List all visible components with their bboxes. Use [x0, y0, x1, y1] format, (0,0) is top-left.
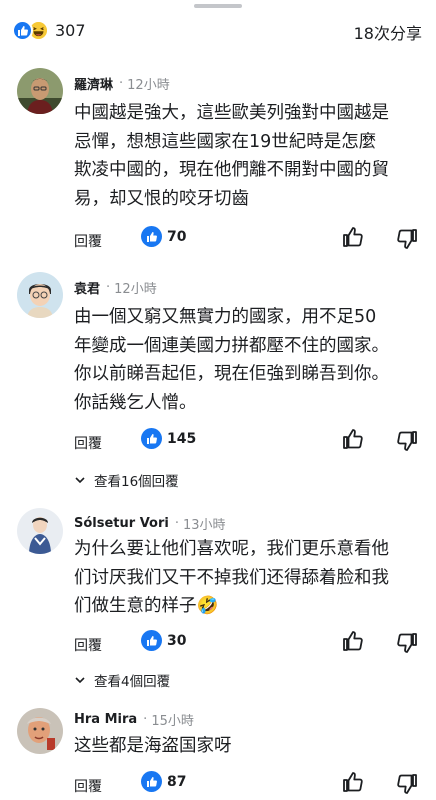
- chevron-down-icon: [74, 674, 86, 686]
- like-reaction-icon: [141, 226, 162, 247]
- view-replies-label: 查看4個回覆: [94, 674, 171, 690]
- view-replies-label: 查看16個回覆: [94, 474, 179, 490]
- comment-time[interactable]: 12小時: [114, 278, 157, 297]
- reply-button[interactable]: 回覆: [74, 433, 102, 453]
- thumbs-up-icon[interactable]: [341, 770, 365, 794]
- like-summary[interactable]: 87: [141, 771, 186, 792]
- comment-line: 这些都是海盗国家呀: [74, 736, 232, 756]
- separator-dot: ·: [143, 712, 148, 727]
- like-reaction-icon: [141, 630, 162, 651]
- chevron-down-icon: [74, 474, 86, 486]
- reaction-summary[interactable]: 307: [12, 20, 86, 41]
- view-replies-button[interactable]: 查看16個回覆: [74, 470, 179, 490]
- comment-line: 易，却又恨的咬牙切齒: [74, 188, 249, 209]
- like-summary[interactable]: 30: [141, 630, 186, 651]
- comment-line: 中國越是強大，這些歐美列強對中國越是: [74, 103, 389, 123]
- thumbs-up-icon[interactable]: [341, 629, 365, 653]
- like-summary[interactable]: 145: [141, 428, 196, 449]
- avatar[interactable]: [17, 272, 63, 318]
- like-count: 145: [167, 430, 197, 447]
- thumbs-down-icon[interactable]: [395, 772, 419, 796]
- comment-text: 中國越是強大，這些歐美列強對中國越是 忌憚，想想這些國家在19世紀時是怎麼 欺凌…: [74, 99, 426, 213]
- comment-actions: 回覆 145: [0, 427, 436, 455]
- commenter-name[interactable]: 袁君: [74, 278, 100, 297]
- comment-line: 欺凌中國的，現在他們離不開對中國的貿: [74, 160, 389, 180]
- commenter-name[interactable]: Hra Mira: [74, 712, 137, 727]
- separator-dot: ·: [106, 280, 111, 295]
- comment-time[interactable]: 13小時: [183, 514, 226, 533]
- separator-dot: ·: [174, 516, 179, 531]
- like-reaction-icon: [141, 428, 162, 449]
- reaction-count: 307: [55, 21, 86, 40]
- comment-time[interactable]: 15小時: [151, 710, 194, 729]
- like-count: 87: [167, 773, 187, 790]
- commenter-name[interactable]: 羅濟琳: [74, 74, 113, 93]
- like-summary[interactable]: 70: [141, 226, 186, 247]
- separator-dot: ·: [119, 76, 124, 91]
- comment-text: 为什么要让他们喜欢呢，我们更乐意看他 们讨厌我们又干不掉我们还得舔着脸和我 们做…: [74, 535, 426, 621]
- comment-line: 为什么要让他们喜欢呢，我们更乐意看他: [74, 539, 389, 559]
- comment-line: 由一個又窮又無實力的國家，用不足50: [74, 307, 377, 327]
- like-count: 70: [167, 228, 187, 245]
- comment-line: 你以前睇吾起佢，現在佢強到睇吾到你。: [74, 364, 389, 384]
- comment-header: 羅濟琳 · 12小時: [74, 74, 170, 93]
- comment-line: 们做生意的样子🤣: [74, 596, 219, 616]
- like-count: 30: [167, 632, 187, 649]
- like-reaction-icon: [141, 771, 162, 792]
- comment-header: Hra Mira · 15小時: [74, 710, 194, 729]
- avatar[interactable]: [17, 708, 63, 754]
- comment-actions: 回覆 87: [0, 770, 436, 798]
- thumbs-down-icon[interactable]: [395, 631, 419, 655]
- thumbs-down-icon[interactable]: [395, 227, 419, 251]
- avatar[interactable]: [17, 508, 63, 554]
- thumbs-up-icon[interactable]: [341, 225, 365, 249]
- comment-time[interactable]: 12小時: [127, 74, 170, 93]
- reply-button[interactable]: 回覆: [74, 635, 102, 655]
- comment-line: 忌憚，想想這些國家在19世紀時是怎麼: [74, 131, 377, 152]
- view-replies-button[interactable]: 查看4個回覆: [74, 670, 170, 690]
- share-count[interactable]: 18次分享: [354, 20, 422, 44]
- comment-actions: 回覆 70: [0, 225, 436, 253]
- comment-actions: 回覆 30: [0, 629, 436, 657]
- thumbs-down-icon[interactable]: [395, 429, 419, 453]
- avatar[interactable]: [17, 68, 63, 114]
- commenter-name[interactable]: Sólsetur Vori: [74, 516, 169, 531]
- reply-button[interactable]: 回覆: [74, 776, 102, 796]
- comment-text: 这些都是海盗国家呀: [74, 732, 426, 761]
- drag-handle[interactable]: [194, 4, 242, 8]
- like-reaction-icon: [12, 20, 33, 41]
- comment-line: 年變成一個連美國力拼都壓不住的國家。: [74, 335, 389, 356]
- comment-header: 袁君 · 12小時: [74, 278, 157, 297]
- comment-line: 们讨厌我们又干不掉我们还得舔着脸和我: [74, 567, 389, 588]
- comment-header: Sólsetur Vori · 13小時: [74, 514, 226, 533]
- comment-line: 你話幾乞人憎。: [74, 392, 197, 413]
- reply-button[interactable]: 回覆: [74, 231, 102, 251]
- thumbs-up-icon[interactable]: [341, 427, 365, 451]
- reaction-summary-bar: 307 18次分享: [0, 14, 436, 50]
- comment-text: 由一個又窮又無實力的國家，用不足50 年變成一個連美國力拼都壓不住的國家。 你以…: [74, 303, 426, 417]
